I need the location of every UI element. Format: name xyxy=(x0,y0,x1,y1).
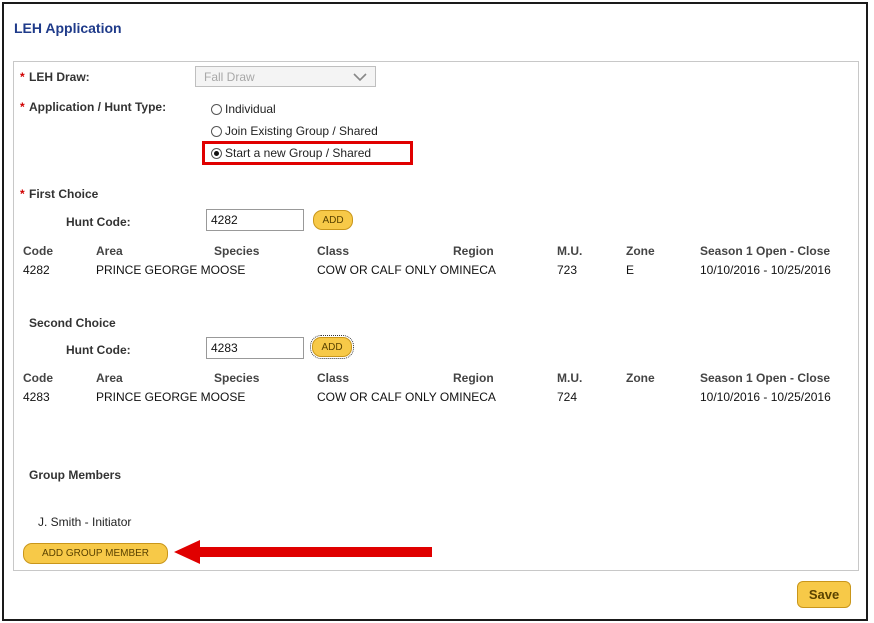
first-hunt-code-input[interactable] xyxy=(206,209,304,231)
cell-code: 4283 xyxy=(23,390,50,404)
radio-button[interactable] xyxy=(211,103,222,115)
col-header-season: Season 1 Open - Close xyxy=(700,244,831,258)
col-header-region: Region xyxy=(453,371,494,385)
page-title: LEH Application xyxy=(14,20,122,36)
radio-label: Individual xyxy=(225,102,276,116)
col-header-area: Area xyxy=(96,371,123,385)
required-marker: * xyxy=(20,70,25,84)
col-header-zone: Zone xyxy=(626,244,655,258)
col-header-mu: M.U. xyxy=(557,244,583,258)
draw-label: LEH Draw: xyxy=(29,70,90,84)
hunt-code-label: Hunt Code: xyxy=(66,215,131,229)
save-button[interactable]: Save xyxy=(797,581,851,608)
first-add-button[interactable]: ADD xyxy=(313,210,353,230)
cell-mu: 723 xyxy=(557,263,578,277)
col-header-code: Code xyxy=(23,371,53,385)
chevron-down-icon xyxy=(353,71,367,85)
col-header-code: Code xyxy=(23,244,53,258)
col-header-area: Area xyxy=(96,244,123,258)
radio-join-group[interactable]: Join Existing Group / Shared xyxy=(211,124,378,138)
draw-select[interactable]: Fall Draw xyxy=(195,66,376,87)
second-add-button[interactable]: ADD xyxy=(310,335,354,359)
col-header-region: Region xyxy=(453,244,494,258)
cell-mu: 724 xyxy=(557,390,578,404)
required-marker: * xyxy=(20,187,25,201)
form-panel xyxy=(13,61,859,571)
radio-label: Join Existing Group / Shared xyxy=(225,124,378,138)
col-header-class: Class xyxy=(317,371,350,385)
col-header-zone: Zone xyxy=(626,371,655,385)
second-hunt-code-input[interactable] xyxy=(206,337,304,359)
cell-class-region: COW OR CALF ONLY OMINECA xyxy=(317,390,496,404)
highlight-annotation-box xyxy=(202,141,413,165)
col-header-mu: M.U. xyxy=(557,371,583,385)
cell-season: 10/10/2016 - 10/25/2016 xyxy=(700,390,831,404)
group-members-title: Group Members xyxy=(29,468,122,482)
col-header-season: Season 1 Open - Close xyxy=(700,371,831,385)
radio-button[interactable] xyxy=(211,125,222,137)
hunt-code-label: Hunt Code: xyxy=(66,343,131,357)
col-header-class: Class xyxy=(317,244,350,258)
cell-code: 4282 xyxy=(23,263,50,277)
group-member-item: J. Smith - Initiator xyxy=(38,515,132,529)
cell-class-region: COW OR CALF ONLY OMINECA xyxy=(317,263,496,277)
application-window: LEH Application * LEH Draw: Fall Draw * … xyxy=(2,2,868,621)
cell-zone: E xyxy=(626,263,635,277)
col-header-species: Species xyxy=(214,371,260,385)
radio-individual[interactable]: Individual xyxy=(211,102,276,116)
required-marker: * xyxy=(20,100,25,114)
hunt-type-label: Application / Hunt Type: xyxy=(29,100,167,114)
cell-season: 10/10/2016 - 10/25/2016 xyxy=(700,263,831,277)
draw-select-value: Fall Draw xyxy=(204,70,255,84)
first-choice-title: First Choice xyxy=(29,187,99,201)
second-choice-title: Second Choice xyxy=(29,316,116,330)
cell-area-species: PRINCE GEORGE MOOSE xyxy=(96,263,246,277)
col-header-species: Species xyxy=(214,244,260,258)
arrow-left-icon xyxy=(174,539,434,568)
cell-area-species: PRINCE GEORGE MOOSE xyxy=(96,390,246,404)
add-group-member-button[interactable]: ADD GROUP MEMBER xyxy=(23,543,168,564)
